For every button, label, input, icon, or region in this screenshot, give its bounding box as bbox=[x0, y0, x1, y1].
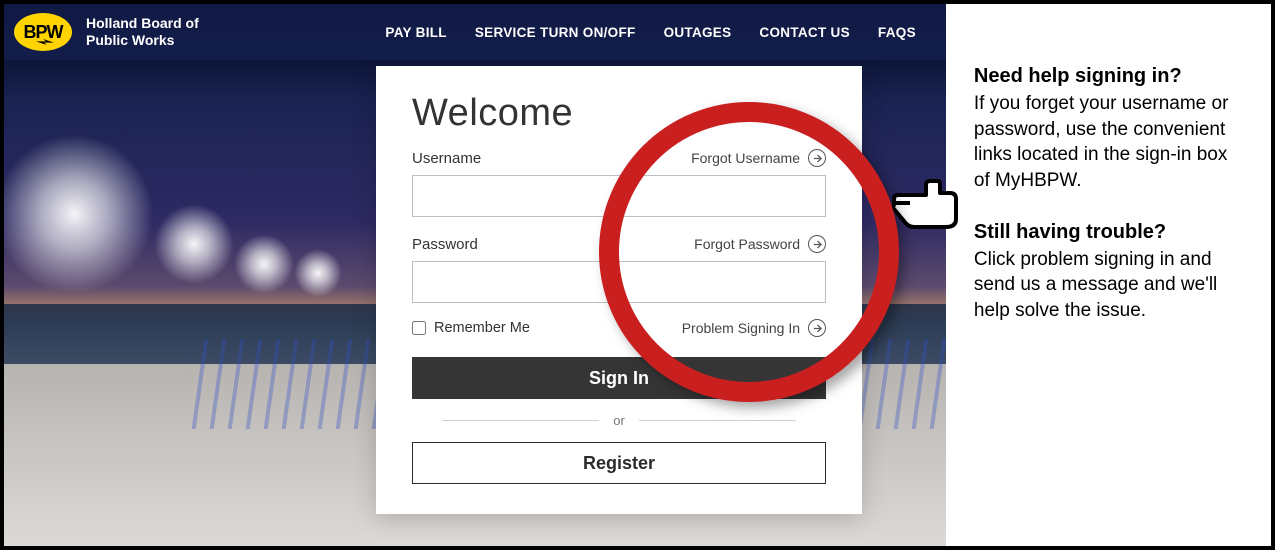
divider-line bbox=[639, 420, 796, 421]
org-name-line1: Holland Board of bbox=[86, 15, 199, 33]
nav-contact-us[interactable]: CONTACT US bbox=[759, 25, 850, 40]
username-label: Username bbox=[412, 150, 481, 167]
lamp-glow bbox=[234, 234, 294, 294]
pointing-hand-icon bbox=[890, 179, 962, 231]
remember-me[interactable]: Remember Me bbox=[412, 320, 530, 336]
bpw-logo-icon: BPW bbox=[14, 13, 72, 51]
nav-faqs[interactable]: FAQS bbox=[878, 25, 916, 40]
divider-line bbox=[442, 420, 599, 421]
logo-area[interactable]: BPW Holland Board of Public Works bbox=[14, 13, 199, 51]
org-name-line2: Public Works bbox=[86, 32, 199, 50]
problem-signing-in-text: Problem Signing In bbox=[682, 320, 800, 336]
nav-service-turn-on-off[interactable]: SERVICE TURN ON/OFF bbox=[475, 25, 636, 40]
help-heading-2: Still having trouble? bbox=[974, 220, 1243, 245]
remember-me-checkbox[interactable] bbox=[412, 321, 426, 335]
site-header: BPW Holland Board of Public Works PAY BI… bbox=[4, 4, 946, 60]
help-heading-1: Need help signing in? bbox=[974, 64, 1243, 89]
register-button[interactable]: Register bbox=[412, 442, 826, 484]
nav-outages[interactable]: OUTAGES bbox=[664, 25, 732, 40]
sign-in-button[interactable]: Sign In bbox=[412, 357, 826, 399]
forgot-username-link[interactable]: Forgot Username bbox=[691, 149, 826, 167]
forgot-password-text: Forgot Password bbox=[694, 236, 800, 252]
remember-me-label: Remember Me bbox=[434, 320, 530, 336]
or-divider: or bbox=[442, 413, 796, 428]
password-label: Password bbox=[412, 236, 478, 253]
arrow-right-circle-icon bbox=[808, 235, 826, 253]
help-paragraph-2: Click problem signing in and send us a m… bbox=[974, 247, 1243, 324]
lamp-glow bbox=[154, 204, 234, 284]
forgot-username-text: Forgot Username bbox=[691, 150, 800, 166]
arrow-right-circle-icon bbox=[808, 149, 826, 167]
or-text: or bbox=[613, 413, 625, 428]
username-input[interactable] bbox=[412, 175, 826, 217]
app-screenshot: BPW Holland Board of Public Works PAY BI… bbox=[4, 4, 946, 546]
login-card: Welcome Username Forgot Username Passwor… bbox=[376, 66, 862, 514]
password-input[interactable] bbox=[412, 261, 826, 303]
login-title: Welcome bbox=[412, 92, 826, 135]
org-name: Holland Board of Public Works bbox=[86, 15, 199, 50]
nav-pay-bill[interactable]: PAY BILL bbox=[385, 25, 446, 40]
problem-signing-in-link[interactable]: Problem Signing In bbox=[682, 319, 826, 337]
help-panel: Need help signing in? If you forget your… bbox=[946, 4, 1271, 546]
arrow-right-circle-icon bbox=[808, 319, 826, 337]
forgot-password-link[interactable]: Forgot Password bbox=[694, 235, 826, 253]
primary-nav: PAY BILL SERVICE TURN ON/OFF OUTAGES CON… bbox=[385, 25, 915, 40]
lamp-glow bbox=[294, 249, 342, 297]
help-paragraph-1: If you forget your username or password,… bbox=[974, 91, 1243, 194]
